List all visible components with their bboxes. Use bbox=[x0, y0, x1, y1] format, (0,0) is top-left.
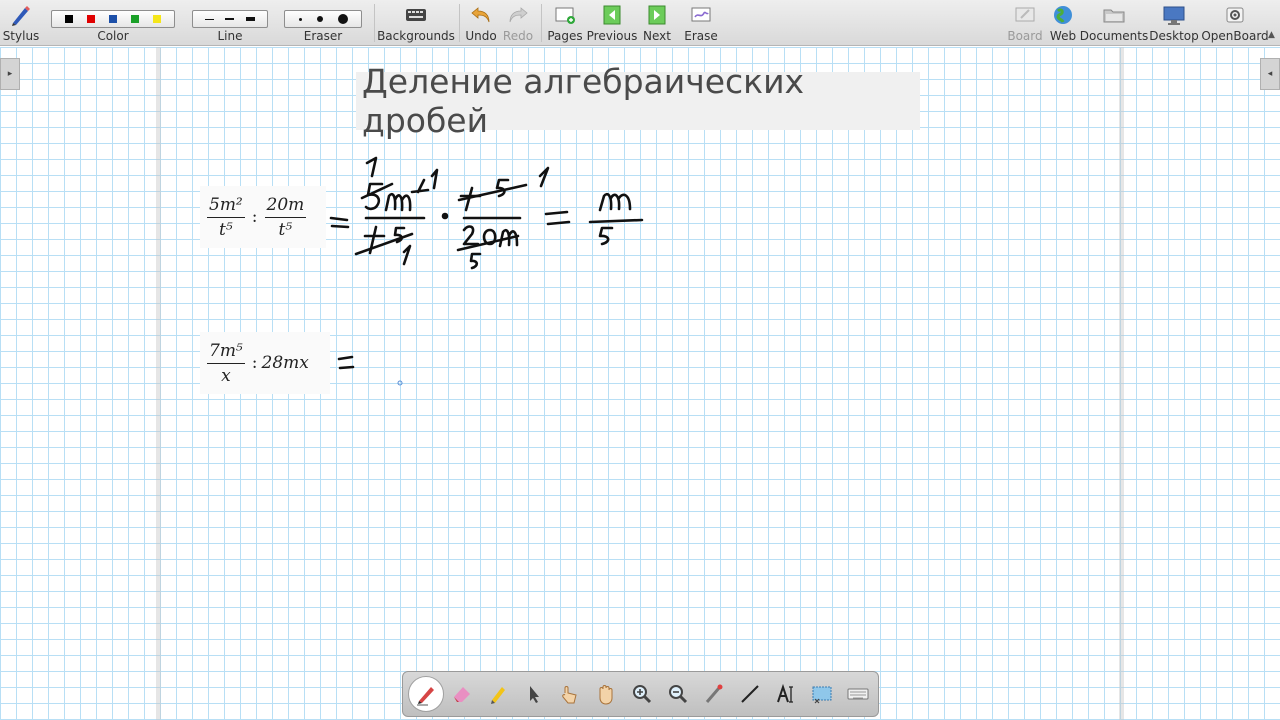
ink-fraction-bar bbox=[588, 218, 644, 224]
ink-equals-sign bbox=[337, 355, 355, 370]
ink-result-5 bbox=[598, 226, 614, 246]
hand-tool-button[interactable] bbox=[588, 676, 624, 712]
capture-icon bbox=[812, 686, 832, 704]
laser-pointer-tool-button[interactable] bbox=[696, 676, 732, 712]
ink-digit-1 bbox=[538, 166, 550, 188]
capture-tool-button[interactable] bbox=[804, 676, 840, 712]
ink-result-m bbox=[598, 192, 632, 212]
ink-dot bbox=[441, 212, 449, 220]
text-tool-button[interactable] bbox=[768, 676, 804, 712]
line-icon bbox=[741, 685, 759, 703]
line-tool-button[interactable] bbox=[732, 676, 768, 712]
zoom-in-tool-button[interactable] bbox=[624, 676, 660, 712]
ink-digit-1 bbox=[430, 168, 439, 190]
ink-equals-sign bbox=[329, 216, 350, 229]
play-icon bbox=[562, 686, 577, 704]
pen-icon bbox=[417, 687, 434, 706]
ink-denominator bbox=[462, 225, 480, 246]
handwriting-layer bbox=[329, 156, 644, 386]
play-tool-button[interactable] bbox=[552, 676, 588, 712]
laser-icon bbox=[705, 684, 723, 703]
eraser-icon bbox=[454, 687, 470, 702]
pointer-icon bbox=[530, 686, 539, 703]
zoom-out-tool-button[interactable] bbox=[660, 676, 696, 712]
text-icon bbox=[777, 683, 793, 703]
ink-numerator-m bbox=[384, 192, 412, 212]
highlighter-tool-button[interactable] bbox=[480, 676, 516, 712]
ink-digit-1 bbox=[402, 244, 412, 266]
ink-digit-1 bbox=[365, 156, 378, 178]
pen-tool-button[interactable] bbox=[408, 676, 444, 712]
highlighter-icon bbox=[491, 687, 505, 704]
ink-numerator-exp bbox=[410, 178, 430, 194]
hand-icon bbox=[599, 685, 613, 705]
zoom-in-icon bbox=[633, 685, 652, 704]
eraser-tool-button[interactable] bbox=[444, 676, 480, 712]
ink-numerator-exp bbox=[495, 178, 510, 198]
zoom-out-icon bbox=[669, 685, 688, 704]
keyboard-icon bbox=[847, 688, 869, 700]
ink-digit-5 bbox=[469, 252, 482, 270]
cursor-dot bbox=[397, 380, 403, 386]
virtual-keyboard-button[interactable] bbox=[840, 676, 876, 712]
ink-strike bbox=[457, 183, 528, 202]
tool-dock bbox=[402, 671, 879, 717]
ink-equals-sign bbox=[544, 210, 571, 226]
selector-tool-button[interactable] bbox=[516, 676, 552, 712]
